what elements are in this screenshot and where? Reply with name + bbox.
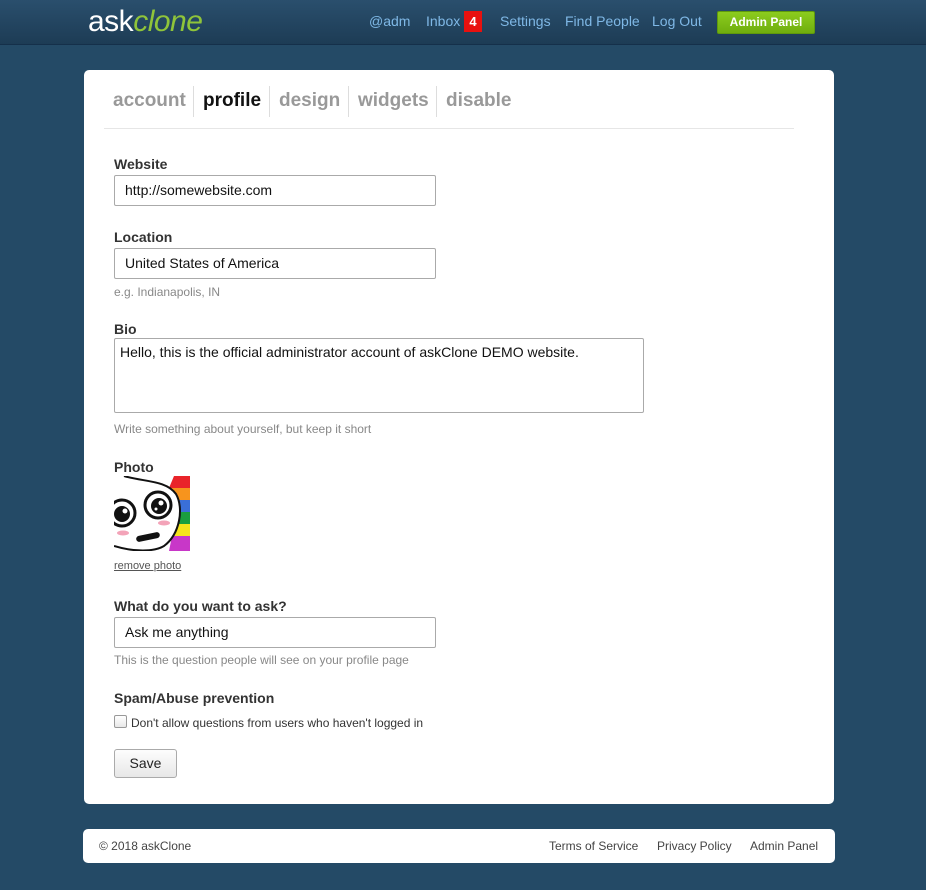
nav-find-people-link[interactable]: Find People [565, 13, 640, 29]
footer-privacy-link[interactable]: Privacy Policy [657, 839, 732, 853]
bio-textarea[interactable]: Hello, this is the official administrato… [114, 338, 644, 413]
nav-inbox-link[interactable]: Inbox [426, 13, 460, 29]
website-input[interactable]: http://somewebsite.com [114, 175, 436, 206]
location-label: Location [114, 229, 173, 245]
logo-clone: clone [133, 5, 203, 38]
tab-divider [436, 86, 437, 117]
ask-question-input[interactable]: Ask me anything [114, 617, 436, 648]
ask-question-help-text: This is the question people will see on … [114, 653, 409, 667]
require-login-checkbox[interactable] [114, 715, 127, 728]
tab-design[interactable]: design [279, 84, 340, 117]
location-help-text: e.g. Indianapolis, IN [114, 285, 221, 299]
photo-label: Photo [114, 459, 154, 475]
top-navbar: askclone @adm Inbox 4 Settings Find Peop… [0, 0, 926, 45]
footer-admin-link[interactable]: Admin Panel [750, 839, 818, 853]
footer-copyright: © 2018 askClone [99, 839, 192, 853]
bio-help-text: Write something about yourself, but keep… [114, 422, 372, 436]
inbox-count-badge[interactable]: 4 [464, 11, 482, 32]
admin-panel-button[interactable]: Admin Panel [717, 11, 815, 34]
profile-photo [114, 476, 190, 551]
location-input[interactable]: United States of America [114, 248, 436, 279]
ask-question-label: What do you want to ask? [114, 598, 287, 614]
bio-label: Bio [114, 321, 137, 337]
footer: © 2018 askClone Terms of Service Privacy… [83, 829, 835, 863]
nav-user-link[interactable]: @adm [369, 13, 410, 29]
tab-divider [348, 86, 349, 117]
tab-divider [193, 86, 194, 117]
remove-photo-link[interactable]: remove photo [114, 560, 181, 572]
footer-terms-link[interactable]: Terms of Service [549, 839, 638, 853]
settings-card: account profile design widgets disable W… [84, 70, 834, 804]
tab-account[interactable]: account [113, 84, 186, 117]
spam-prevention-label: Spam/Abuse prevention [114, 690, 275, 706]
logo-ask: ask [88, 5, 134, 38]
tab-widgets[interactable]: widgets [358, 84, 429, 117]
nav-settings-link[interactable]: Settings [500, 13, 551, 29]
site-logo[interactable]: askclone [88, 4, 203, 40]
save-button[interactable]: Save [114, 749, 177, 778]
avatar-face-image [114, 476, 190, 551]
require-login-checkbox-label[interactable]: Don't allow questions from users who hav… [131, 716, 423, 730]
nav-logout-link[interactable]: Log Out [652, 13, 702, 29]
tab-profile[interactable]: profile [203, 84, 261, 117]
settings-tabs: account profile design widgets disable [104, 84, 794, 129]
website-label: Website [114, 156, 168, 172]
tab-divider [269, 86, 270, 117]
tab-disable[interactable]: disable [446, 84, 511, 117]
